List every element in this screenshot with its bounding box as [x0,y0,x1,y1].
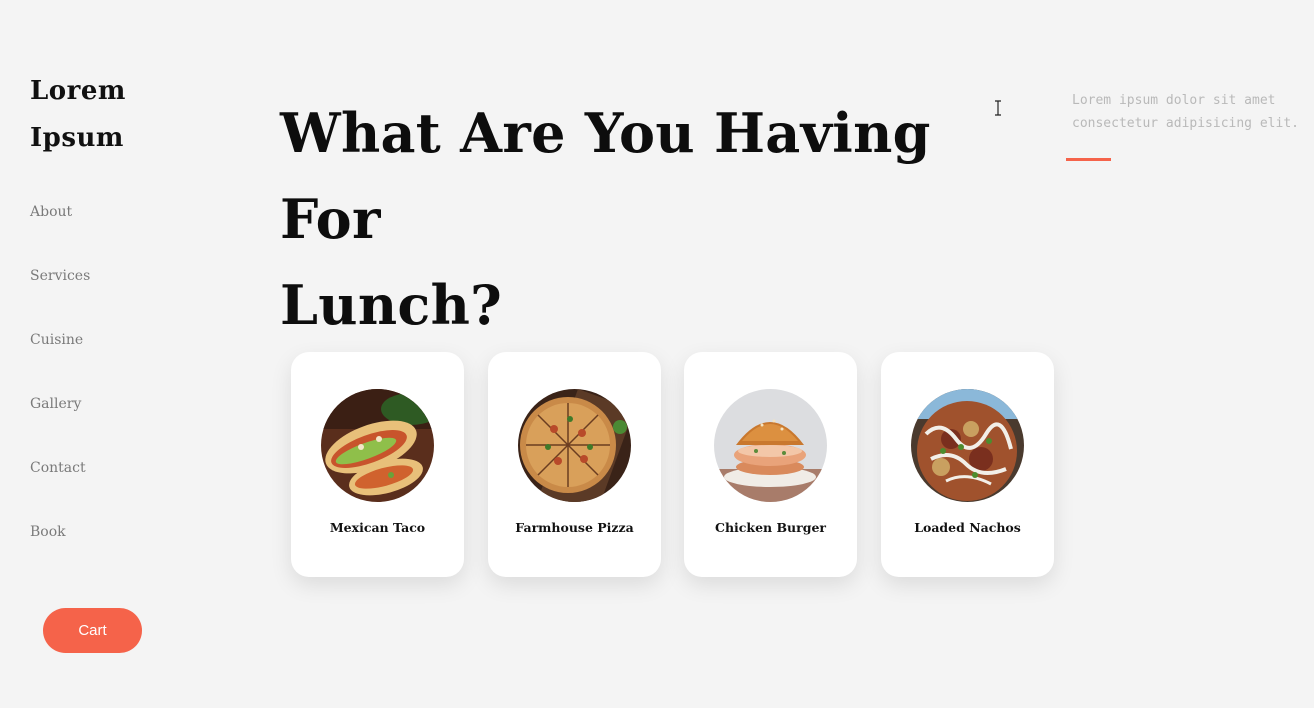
page-title: What Are You Having For Lunch? [280,90,1040,348]
page: Lorem Ipsum About Services Cuisine Galle… [0,0,1314,708]
menu-card-mexican-taco[interactable]: Mexican Taco [291,352,464,577]
blurb-line-1: Lorem ipsum dolor sit amet [1072,93,1276,108]
menu-card-chicken-burger[interactable]: Chicken Burger [684,352,857,577]
pizza-photo [518,389,631,502]
logo-line-1: Lorem [30,76,126,106]
nav-item-services[interactable]: Services [30,264,90,328]
nav-item-book[interactable]: Book [30,520,90,584]
blurb-line-2: consectetur adipisicing elit. [1072,116,1299,131]
menu-card-title: Farmhouse Pizza [515,520,634,535]
nachos-photo [911,389,1024,502]
nav-item-cuisine[interactable]: Cuisine [30,328,90,392]
nav-item-gallery[interactable]: Gallery [30,392,90,456]
burger-photo [714,389,827,502]
cart-button[interactable]: Cart [43,608,142,653]
sidebar-nav: About Services Cuisine Gallery Contact B… [30,200,90,584]
menu-card-loaded-nachos[interactable]: Loaded Nachos [881,352,1054,577]
menu-card-title: Mexican Taco [329,520,426,535]
accent-divider [1066,158,1111,161]
text-cursor-icon [995,100,1001,116]
page-title-line-1: What Are You Having For [280,101,931,251]
menu-card-farmhouse-pizza[interactable]: Farmhouse Pizza [488,352,661,577]
nav-item-about[interactable]: About [30,200,90,264]
menu-card-title: Chicken Burger [715,520,826,535]
logo-line-2: Ipsum [30,123,124,153]
site-logo[interactable]: Lorem Ipsum [30,68,126,162]
nav-item-contact[interactable]: Contact [30,456,90,520]
menu-card-title: Loaded Nachos [914,520,1021,535]
taco-photo [321,389,434,502]
intro-blurb: Lorem ipsum dolor sit amet consectetur a… [1072,89,1302,135]
page-title-line-2: Lunch? [280,273,503,337]
